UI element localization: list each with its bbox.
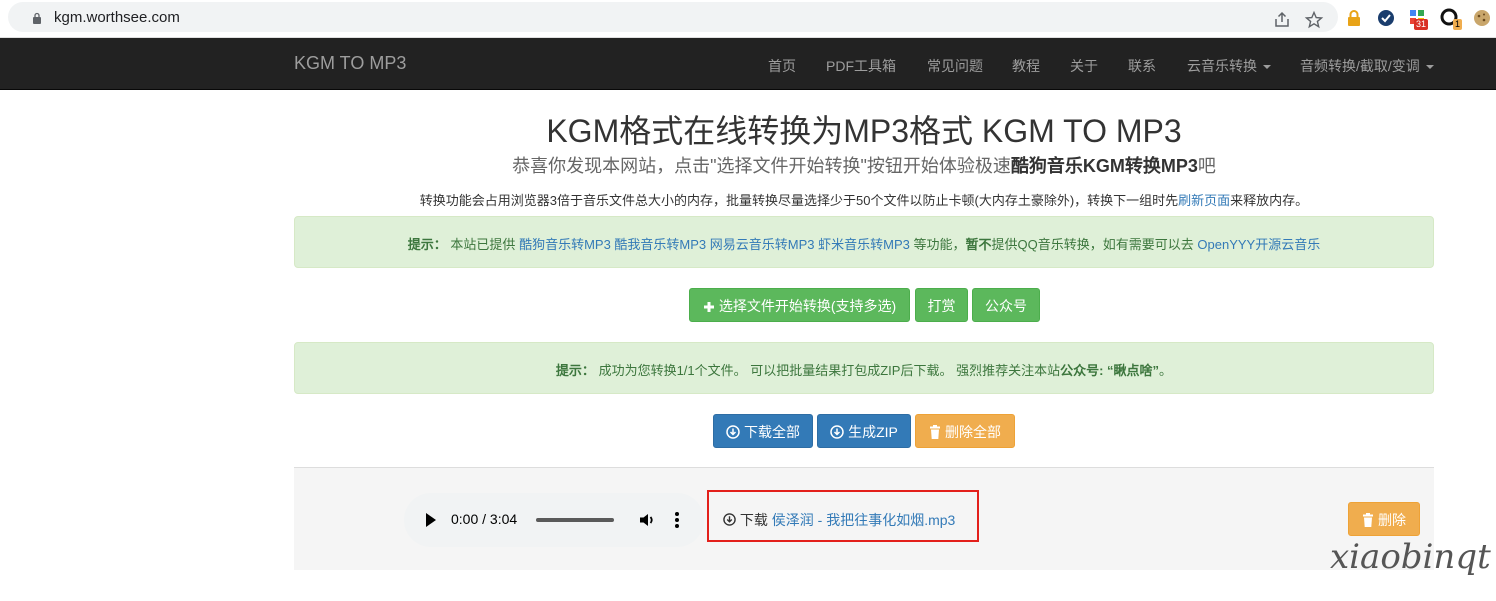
subtitle-text-post: 吧 [1197,156,1216,176]
select-files-label: 选择文件开始转换(支持多选) [718,298,897,314]
link-kugou-to-mp3[interactable]: 酷狗音乐转MP3 [519,237,611,252]
watermark: xiaobinqt [1330,537,1491,577]
alert-label: 提示： [555,363,595,378]
nav-item-about[interactable]: 关于 [1070,56,1098,76]
success-alert: 提示： 成功为您转换1/1个文件。 可以把批量结果打包成ZIP后下载。 强烈推荐… [294,342,1434,394]
extension-badge: 31 [1414,19,1429,30]
alert-text: 等功能， [913,237,966,252]
password-lock-extension-icon[interactable] [1344,8,1364,28]
alert-bold: 公众号: “瞅点啥” [1060,363,1160,378]
features-alert: 提示： 本站已提供 酷狗音乐转MP3 酷我音乐转MP3 网易云音乐转MP3 虾米… [294,216,1434,268]
url-text: kgm.worthsee.com [54,9,180,26]
link-xiami-to-mp3[interactable]: 虾米音乐转MP3 [818,237,910,252]
site-brand[interactable]: KGM TO MP3 [294,53,406,74]
lock-icon [33,12,41,24]
address-bar[interactable]: kgm.worthsee.com [8,2,1338,32]
playback-time: 0:00 / 3:04 [451,511,518,527]
page-title: KGM格式在线转换为MP3格式 KGM TO MP3 [546,113,1182,149]
nav-item-pdf-tools[interactable]: PDF工具箱 [826,56,896,76]
make-zip-label: 生成ZIP [848,424,898,440]
nav-item-audio-convert-label: 音频转换/截取/变调 [1300,58,1420,74]
download-all-button[interactable]: 下载全部 [713,414,813,448]
plus-icon [703,302,714,312]
subtitle-text-pre: 恭喜你发现本网站，点击"选择文件开始转换"按钮开始体验极速 [512,156,1011,176]
audio-player[interactable]: 0:00 / 3:04 [404,493,704,547]
nav-item-cloud-music-label: 云音乐转换 [1187,58,1257,74]
alert-text: 成功为您转换1/1个文件。 可以把批量结果打包成ZIP后下载。 强烈推荐关注本站 [598,363,1061,378]
download-all-label: 下载全部 [744,424,800,440]
chevron-down-icon [1425,65,1434,70]
link-openyyy[interactable]: OpenYYY开源云音乐 [1197,237,1320,252]
browser-toolbar: kgm.worthsee.com 31 1 [0,0,1496,38]
download-link-highlight: 下载 侯泽润 - 我把往事化如烟.mp3 [707,490,979,542]
seek-bar[interactable] [536,518,614,522]
link-kuwo-to-mp3[interactable]: 酷我音乐转MP3 [614,237,706,252]
share-icon[interactable] [1272,10,1292,30]
alert-text: 本站已提供 [450,237,516,252]
note-text-pre: 转换功能会占用浏览器3倍于音乐文件总大小的内存，批量转换尽量选择少于50个文件以… [419,193,1179,208]
link-netease-to-mp3[interactable]: 网易云音乐转MP3 [710,237,815,252]
reward-button[interactable]: 打赏 [915,288,968,322]
more-options-icon[interactable] [674,511,680,529]
nav-item-audio-convert[interactable]: 音频转换/截取/变调 [1300,56,1434,76]
subtitle-bold: 酷狗音乐KGM转换MP3 [1010,156,1198,176]
alert-text: 提供QQ音乐转换，如有需要可以去 [991,237,1194,252]
alert-text-end: 。 [1159,363,1173,378]
select-files-button[interactable]: 选择文件开始转换(支持多选) [689,288,910,322]
nav-item-cloud-music[interactable]: 云音乐转换 [1187,56,1271,76]
refresh-page-link[interactable]: 刷新页面 [1178,193,1230,208]
bookmark-star-icon[interactable] [1304,10,1324,30]
download-circle-icon [726,425,740,439]
trash-icon [930,425,940,439]
grid-extension-icon[interactable]: 31 [1408,8,1432,32]
site-navbar: KGM TO MP3 首页 PDF工具箱 常见问题 教程 关于 联系 云音乐转换… [0,38,1496,90]
download-label: 下载 [739,512,768,528]
download-circle-icon [830,425,844,439]
cookie-extension-icon[interactable] [1472,8,1492,28]
extension-badge: 1 [1453,19,1463,30]
chevron-down-icon [1263,65,1271,70]
nav-item-contact[interactable]: 联系 [1128,56,1156,76]
nav-item-tutorial[interactable]: 教程 [1012,56,1040,76]
download-circle-icon [723,513,736,526]
alert-label: 提示： [407,237,447,252]
clipper-extension-icon[interactable]: 1 [1440,8,1464,32]
file-name-link[interactable]: 侯泽润 - 我把往事化如烟.mp3 [772,512,956,528]
nav-item-faq[interactable]: 常见问题 [927,56,983,76]
shield-check-extension-icon[interactable] [1376,8,1396,28]
delete-file-label: 删除 [1378,512,1406,528]
volume-icon[interactable] [637,510,657,530]
memory-note: 转换功能会占用浏览器3倍于音乐文件总大小的内存，批量转换尽量选择少于50个文件以… [294,190,1434,209]
download-link[interactable]: 下载 侯泽润 - 我把往事化如烟.mp3 [723,510,955,530]
alert-bold: 暂不 [965,237,992,252]
page-subtitle: 恭喜你发现本网站，点击"选择文件开始转换"按钮开始体验极速酷狗音乐KGM转换MP… [294,152,1434,178]
note-text-post: 来释放内存。 [1230,193,1309,208]
wechat-account-button[interactable]: 公众号 [972,288,1040,322]
make-zip-button[interactable]: 生成ZIP [817,414,911,448]
play-icon[interactable] [426,513,436,527]
trash-icon [1363,513,1373,527]
delete-all-button[interactable]: 删除全部 [915,414,1015,448]
delete-all-label: 删除全部 [945,424,1001,440]
nav-item-home[interactable]: 首页 [768,56,796,76]
delete-file-button[interactable]: 删除 [1348,502,1420,536]
